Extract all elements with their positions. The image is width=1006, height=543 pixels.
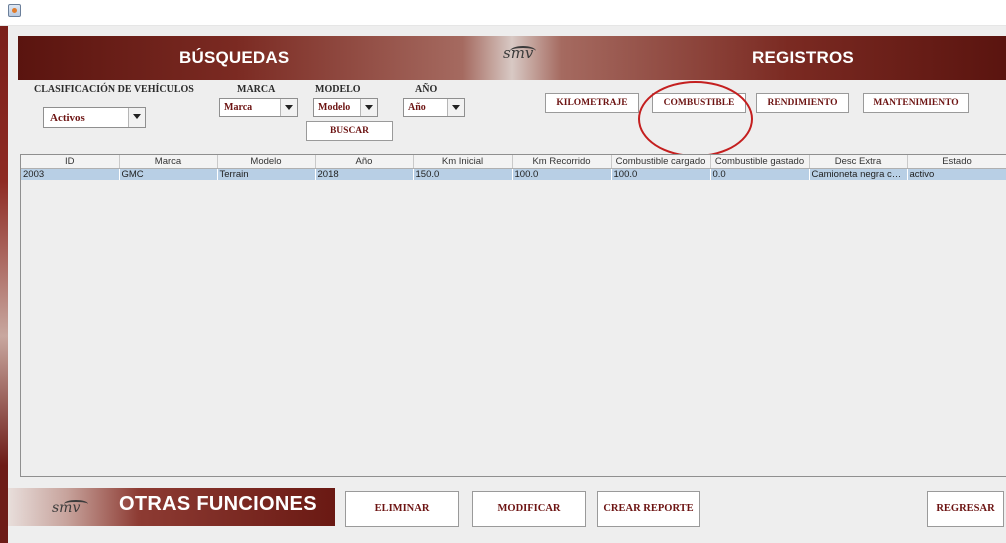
anio-select[interactable]: Año [403, 98, 465, 117]
column-header-desc-extra[interactable]: Desc Extra [809, 155, 908, 169]
buscar-button[interactable]: BUSCAR [306, 121, 393, 141]
java-app-icon [8, 4, 21, 17]
table-header-row: ID Marca Modelo Año Km Inicial Km Recorr… [21, 155, 1006, 169]
column-header-marca[interactable]: Marca [119, 155, 218, 169]
column-header-estado[interactable]: Estado [907, 155, 1006, 169]
column-header-modelo[interactable]: Modelo [217, 155, 316, 169]
window-titlebar [0, 0, 1006, 26]
clasificacion-label: CLASIFICACIÓN DE VEHÍCULOS [34, 84, 194, 95]
cell-anio[interactable]: 2018 [315, 168, 414, 180]
otras-funciones-banner: smv OTRAS FUNCIONES [8, 488, 335, 526]
column-header-km-inicial[interactable]: Km Inicial [413, 155, 513, 169]
column-header-anio[interactable]: Año [315, 155, 414, 169]
regresar-button[interactable]: REGRESAR [927, 491, 1004, 527]
vehicles-table-container[interactable]: ID Marca Modelo Año Km Inicial Km Recorr… [20, 154, 1006, 477]
marca-select[interactable]: Marca [219, 98, 298, 117]
smv-logo: smv [503, 44, 534, 62]
crear-reporte-button[interactable]: CREAR REPORTE [597, 491, 700, 527]
table-row[interactable]: 2003 GMC Terrain 2018 150.0 100.0 100.0 … [21, 168, 1006, 180]
column-header-km-recorrido[interactable]: Km Recorrido [512, 155, 612, 169]
kilometraje-button[interactable]: KILOMETRAJE [545, 93, 639, 113]
eliminar-button[interactable]: ELIMINAR [345, 491, 459, 527]
chevron-down-icon [280, 99, 297, 116]
clasificacion-select[interactable]: Activos [43, 107, 146, 128]
cell-combustible-cargado[interactable]: 100.0 [611, 168, 711, 180]
column-header-combustible-cargado[interactable]: Combustible cargado [611, 155, 711, 169]
cell-combustible-gastado[interactable]: 0.0 [710, 168, 810, 180]
modelo-label: MODELO [315, 84, 361, 95]
anio-label: AÑO [415, 84, 438, 95]
chevron-down-icon [360, 99, 377, 116]
cell-km-recorrido[interactable]: 100.0 [512, 168, 612, 180]
chevron-down-icon [128, 108, 145, 127]
cell-estado[interactable]: activo [907, 168, 1006, 180]
cell-desc-extra[interactable]: Camioneta negra con... [809, 168, 908, 180]
left-decorative-strip [0, 26, 8, 543]
cell-km-inicial[interactable]: 150.0 [413, 168, 513, 180]
column-header-combustible-gastado[interactable]: Combustible gastado [710, 155, 810, 169]
cell-marca[interactable]: GMC [119, 168, 218, 180]
otras-funciones-title: OTRAS FUNCIONES [119, 493, 317, 515]
modelo-select[interactable]: Modelo [313, 98, 378, 117]
cell-id[interactable]: 2003 [21, 168, 120, 180]
top-banner: BÚSQUEDAS smv REGISTROS [18, 36, 1006, 80]
mantenimiento-button[interactable]: MANTENIMIENTO [863, 93, 969, 113]
cell-modelo[interactable]: Terrain [217, 168, 316, 180]
modificar-button[interactable]: MODIFICAR [472, 491, 586, 527]
combustible-button[interactable]: COMBUSTIBLE [652, 93, 746, 113]
chevron-down-icon [447, 99, 464, 116]
column-header-id[interactable]: ID [21, 155, 120, 169]
registros-title: REGISTROS [752, 48, 854, 67]
busquedas-title: BÚSQUEDAS [179, 48, 290, 67]
smv-logo: smv [52, 500, 81, 516]
vehicles-table[interactable]: ID Marca Modelo Año Km Inicial Km Recorr… [21, 155, 1006, 180]
marca-label: MARCA [237, 84, 276, 95]
rendimiento-button[interactable]: RENDIMIENTO [756, 93, 849, 113]
